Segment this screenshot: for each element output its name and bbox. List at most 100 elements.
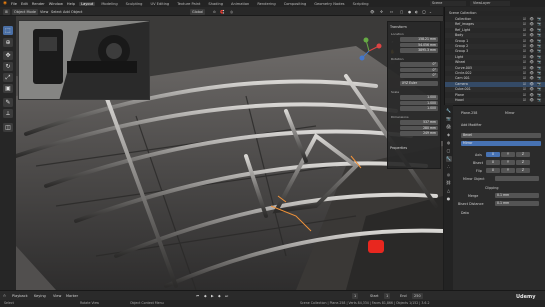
- render-tab-icon[interactable]: 📷: [446, 116, 452, 122]
- end-frame-field[interactable]: 250: [412, 293, 423, 299]
- tab-shading[interactable]: Shading: [206, 2, 225, 6]
- view-layer-selector[interactable]: ViewLayer: [470, 1, 510, 6]
- modifier-bevel[interactable]: Bevel: [461, 133, 541, 138]
- outliner-item[interactable]: Plane ☑ 👁 📷: [445, 93, 545, 98]
- outliner-item[interactable]: Cam 001 ☑ 👁 📷: [445, 76, 545, 82]
- tab-animation[interactable]: Animation: [229, 2, 251, 6]
- axis-x-toggle[interactable]: X: [486, 152, 500, 157]
- bisect-x-toggle[interactable]: X: [486, 160, 500, 165]
- proportional-edit-icon[interactable]: ◎: [230, 9, 233, 15]
- particles-tab-icon[interactable]: ∴: [446, 164, 452, 170]
- timeline-editor-icon[interactable]: ⏱: [3, 293, 6, 299]
- marker-menu[interactable]: Marker: [66, 293, 78, 299]
- location-y-field[interactable]: 54.056 mm: [400, 42, 438, 47]
- scale-y-field[interactable]: 1.000: [400, 100, 438, 105]
- physics-tab-icon[interactable]: ◎: [446, 172, 452, 178]
- scale-z-field[interactable]: 1.000: [400, 106, 438, 111]
- outliner-root[interactable]: Scene Collection: [445, 11, 545, 17]
- pivot-icon[interactable]: ⊙: [213, 9, 216, 15]
- object-tab-icon[interactable]: ▢: [446, 148, 452, 154]
- menu-render[interactable]: Render: [32, 2, 45, 6]
- cursor-icon[interactable]: ⊕: [3, 38, 13, 47]
- tool-tab-icon[interactable]: 🔧: [446, 108, 452, 114]
- snap-icon[interactable]: 🧲: [220, 9, 224, 15]
- navigation-gizmo[interactable]: [354, 36, 384, 66]
- gizmo-icon[interactable]: ✣: [380, 9, 383, 15]
- bisect-distance-field[interactable]: 0.1 mm: [495, 201, 539, 206]
- prev-key-icon[interactable]: ◆: [204, 293, 207, 299]
- outliner-item[interactable]: Group 1 ☑ 👁 📷: [445, 39, 545, 44]
- bisect-z-toggle[interactable]: Z: [516, 160, 530, 165]
- outliner-item[interactable]: Body ☑ 👁 📷: [445, 33, 545, 39]
- start-frame-field[interactable]: 1: [384, 293, 391, 299]
- measure-icon[interactable]: ⟂: [3, 109, 13, 118]
- keying-menu[interactable]: Keying: [34, 293, 46, 299]
- menu-window[interactable]: Window: [49, 2, 63, 6]
- move-icon[interactable]: ✥: [3, 51, 13, 60]
- shading-options-icon[interactable]: ⌄: [429, 9, 432, 15]
- flip-x-toggle[interactable]: X: [486, 168, 500, 173]
- add-modifier-button[interactable]: Add Modifier: [461, 123, 482, 127]
- constraints-tab-icon[interactable]: ⛓: [446, 180, 452, 186]
- playback-menu[interactable]: Playback: [12, 293, 28, 299]
- material-tab-icon[interactable]: ●: [446, 196, 452, 202]
- outliner-item[interactable]: Cube.001 ☑ 👁 📷: [445, 87, 545, 93]
- outliner-item[interactable]: Ref_images ☑ 👁 📷: [445, 22, 545, 28]
- reference-image[interactable]: [18, 20, 150, 100]
- rotate-icon[interactable]: ↻: [3, 62, 13, 71]
- tab-uv-editing[interactable]: UV Editing: [148, 2, 171, 6]
- rotation-x-field[interactable]: 0°: [400, 62, 438, 67]
- scale-icon[interactable]: ⤢: [3, 73, 13, 82]
- cursor-select-icon[interactable]: ⬚: [3, 26, 13, 35]
- tab-texture-paint[interactable]: Texture Paint: [175, 2, 202, 6]
- location-z-field[interactable]: 3895.3 mm: [400, 48, 438, 53]
- annotate-icon[interactable]: ✎: [3, 98, 13, 107]
- mirror-object-field[interactable]: [495, 176, 539, 181]
- blender-logo-icon[interactable]: ◉: [3, 1, 7, 6]
- clipping-checkbox[interactable]: Clipping: [485, 186, 498, 190]
- bisect-y-toggle[interactable]: Y: [501, 160, 515, 165]
- tab-geometry-nodes[interactable]: Geometry Nodes: [312, 2, 346, 6]
- modifier-mirror[interactable]: Mirror: [461, 141, 541, 146]
- add-cube-icon[interactable]: ◫: [3, 123, 13, 132]
- scale-x-field[interactable]: 1.000: [400, 95, 438, 100]
- outliner-item[interactable]: Hood ☑ 👁 📷: [445, 98, 545, 104]
- visibility-icon[interactable]: 👁: [370, 9, 374, 15]
- menu-view[interactable]: View: [40, 9, 48, 15]
- dimensions-y-field[interactable]: 280 mm: [400, 125, 438, 130]
- world-tab-icon[interactable]: ◍: [446, 140, 452, 146]
- tab-layout[interactable]: Layout: [79, 1, 96, 6]
- rotation-y-field[interactable]: 0°: [400, 67, 438, 72]
- menu-file[interactable]: File: [11, 2, 17, 6]
- mode-dropdown[interactable]: Object Mode: [12, 8, 39, 15]
- dimensions-z-field[interactable]: 249 mm: [400, 131, 438, 136]
- tab-modeling[interactable]: Modeling: [99, 2, 119, 6]
- properties-subpanel[interactable]: Properties: [390, 146, 407, 150]
- current-frame-field[interactable]: 1: [352, 293, 359, 299]
- next-key-icon[interactable]: ◆: [218, 293, 221, 299]
- data-subpanel[interactable]: Data: [461, 211, 469, 215]
- flip-y-toggle[interactable]: Y: [501, 168, 515, 173]
- menu-edit[interactable]: Edit: [21, 2, 28, 6]
- outliner-item[interactable]: Group 3 ☑ 👁 📷: [445, 49, 545, 54]
- view-menu[interactable]: View: [53, 293, 61, 299]
- flip-z-toggle[interactable]: Z: [516, 168, 530, 173]
- rotation-mode-dropdown[interactable]: XYZ Euler: [400, 81, 438, 86]
- tab-scripting[interactable]: Scripting: [351, 2, 371, 6]
- 3d-viewport[interactable]: ⌕ ✋ 🎥: [16, 16, 443, 290]
- rendered-shading-icon[interactable]: ◯: [422, 9, 426, 15]
- xray-icon[interactable]: ▢: [400, 9, 403, 15]
- tab-rendering[interactable]: Rendering: [255, 2, 277, 6]
- axis-y-toggle[interactable]: Y: [501, 152, 515, 157]
- menu-add[interactable]: Add: [63, 9, 70, 15]
- transform-orientation-dropdown[interactable]: Global: [190, 8, 206, 15]
- menu-object[interactable]: Object: [71, 9, 82, 15]
- rotation-z-field[interactable]: 0°: [400, 73, 438, 78]
- outliner-item[interactable]: Wheel ☑ 👁 📷: [445, 60, 545, 65]
- merge-value-field[interactable]: 0.1 mm: [495, 193, 539, 198]
- play-icon[interactable]: ▶: [211, 293, 214, 299]
- solid-shading-icon[interactable]: ●: [408, 9, 411, 15]
- transform-icon[interactable]: ▣: [3, 84, 13, 93]
- scene-tab-icon[interactable]: ◈: [446, 132, 452, 138]
- scene-selector[interactable]: Scene: [430, 1, 466, 6]
